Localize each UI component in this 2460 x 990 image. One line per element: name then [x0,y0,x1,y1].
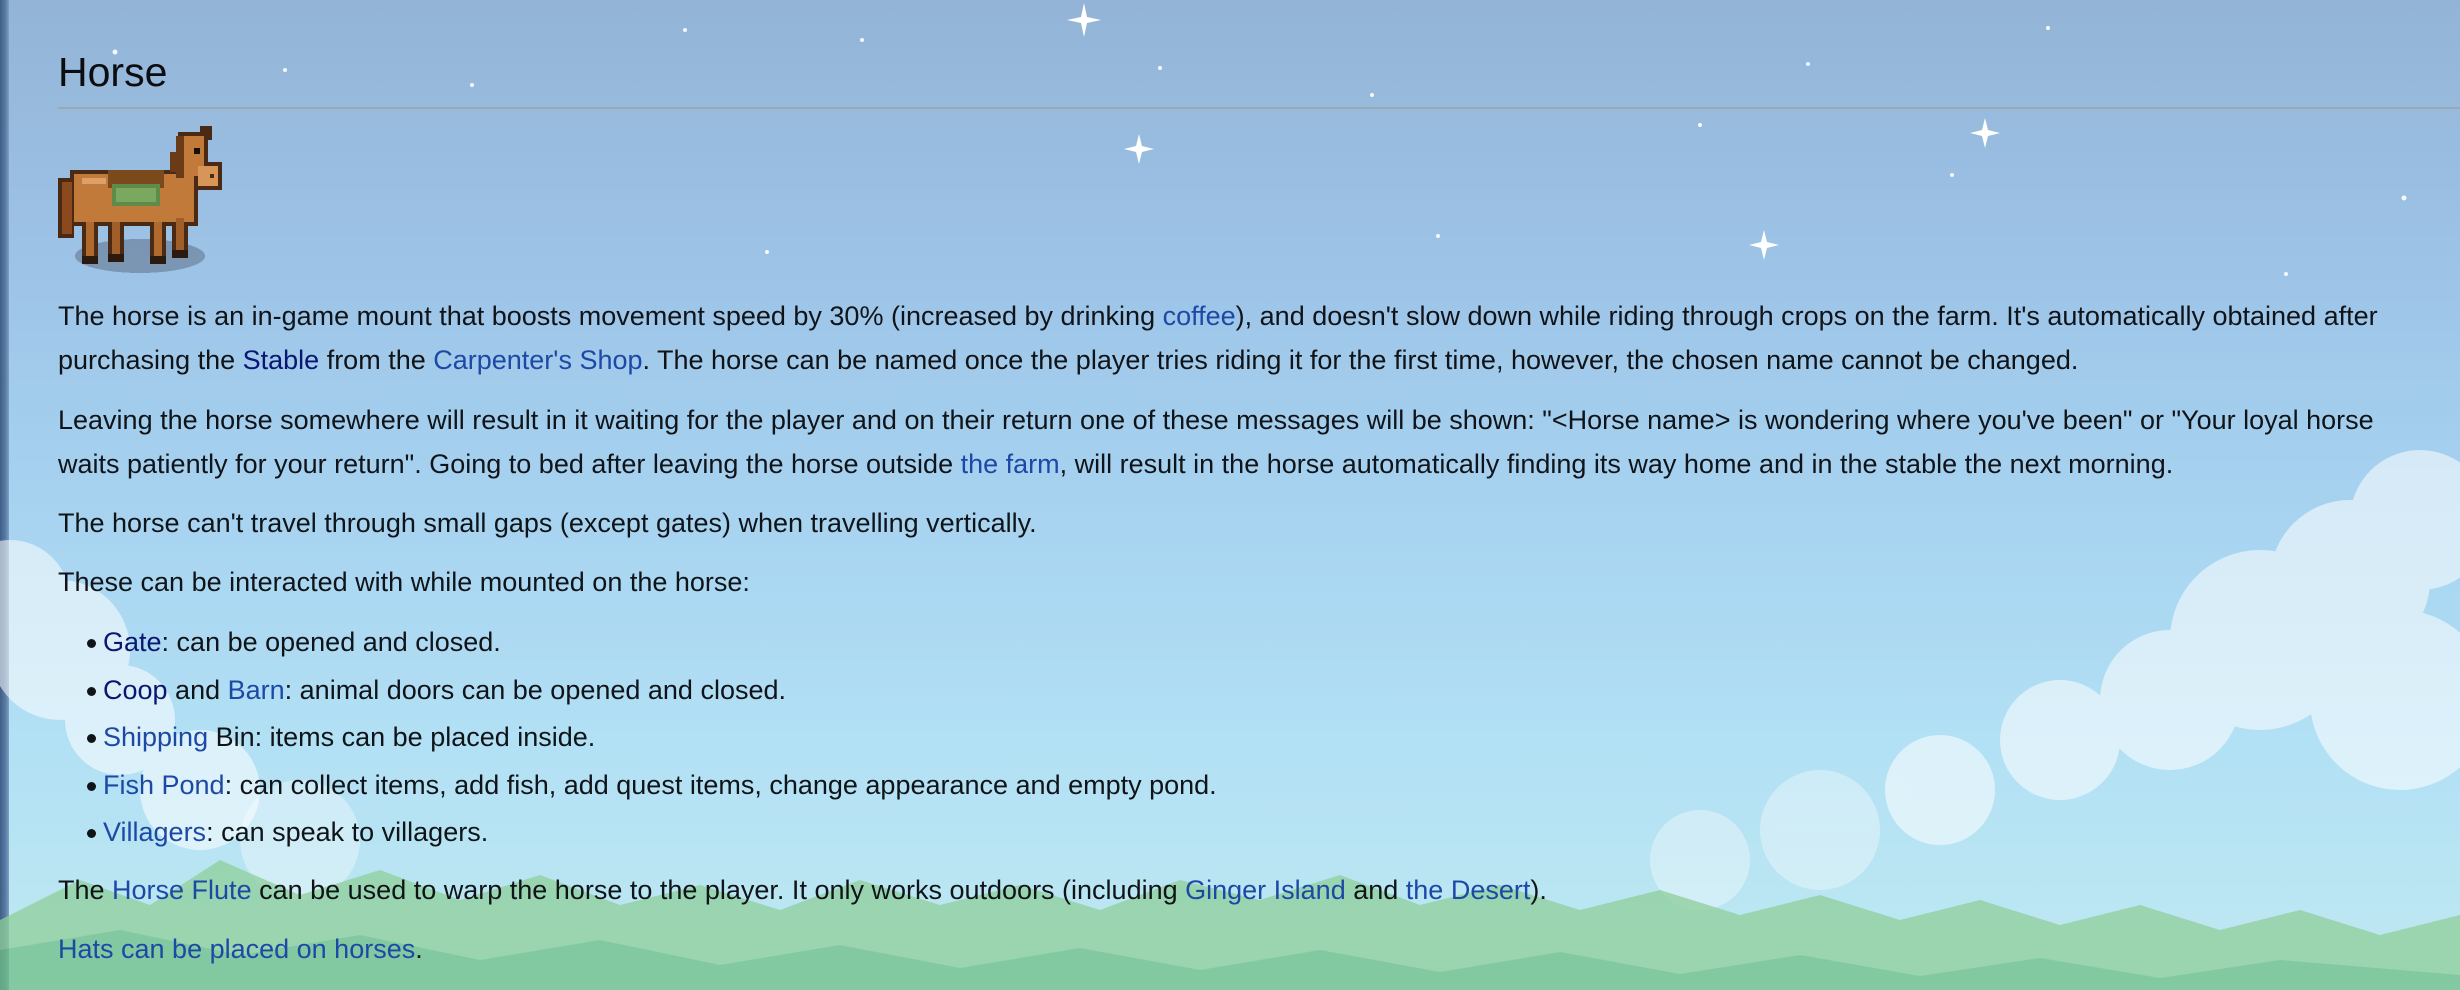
stable-link[interactable]: Stable [243,345,320,375]
page-title: Horse [58,49,168,95]
barn-link[interactable]: Barn [228,675,285,705]
coop-barn-text: : animal doors can be opened and closed. [284,674,787,705]
fish-pond-text: : can collect items, add fish, add quest… [224,769,1217,800]
horse-sprite-icon [58,126,222,273]
carpenters-shop-link[interactable]: Carpenter's Shop [433,345,642,375]
villagers-text: : can speak to villagers. [206,817,489,847]
p5-text-1: The [58,875,113,905]
the-farm-link[interactable]: the farm [961,449,1060,479]
interactable-objects-list: Gate: can be opened and closed. Coop and… [58,619,1217,857]
list-item-coop-barn: Coop and Barn: animal doors can be opene… [58,667,1217,715]
p5-text-3: and [1345,875,1406,905]
p5-text-2: can be used to warp the horse to the pla… [251,875,1186,905]
coop-barn-and-text: and [167,674,228,705]
gate-link[interactable]: Gate [103,627,162,657]
bullet-icon [87,639,96,648]
bullet-icon [87,686,96,696]
gate-text: : can be opened and closed. [161,627,501,657]
fish-pond-link[interactable]: Fish Pond [103,770,225,800]
the-desert-link[interactable]: the Desert [1406,875,1531,905]
coffee-link[interactable]: coffee [1163,301,1236,331]
horse-flute-paragraph: The Horse Flute can be used to warp the … [58,868,2438,912]
p1-text-4: . The horse can be named once the player… [642,345,2079,375]
list-item-villagers: Villagers: can speak to villagers. [58,809,1217,857]
bullet-icon [87,734,96,743]
ginger-island-link[interactable]: Ginger Island [1185,875,1346,905]
list-item-fish-pond: Fish Pond: can collect items, add fish, … [58,762,1217,810]
left-frame-edge [0,0,9,990]
coop-link[interactable]: Coop [103,675,168,705]
p2-text-2: , will result in the horse automatically… [1059,449,2174,479]
heading-divider [58,107,2460,109]
waiting-paragraph: Leaving the horse somewhere will result … [58,398,2438,486]
interact-intro-paragraph: These can be interacted with while mount… [58,567,750,597]
intro-paragraph: The horse is an in-game mount that boost… [58,294,2438,382]
hats-link[interactable]: Hats can be placed on horses [58,934,415,964]
bullet-icon [87,829,96,838]
shipping-text: Bin: items can be placed inside. [208,722,596,752]
list-item-gate: Gate: can be opened and closed. [58,619,1217,667]
p5-text-4: ). [1530,875,1547,905]
hats-paragraph: Hats can be placed on horses. [58,927,2438,971]
p1-text-3: from the [319,345,434,375]
villagers-link[interactable]: Villagers [103,817,206,847]
p6-end: . [415,934,423,964]
list-item-shipping-bin: Shipping Bin: items can be placed inside… [58,714,1217,762]
bullet-icon [87,781,96,791]
horse-flute-link[interactable]: Horse Flute [112,875,252,905]
article-content: Horse The horse is an in-game mount that… [58,0,2460,990]
gaps-paragraph: The horse can't travel through small gap… [58,508,1037,538]
p1-text-1: The horse is an in-game mount that boost… [58,301,1163,331]
shipping-link[interactable]: Shipping [103,722,208,752]
